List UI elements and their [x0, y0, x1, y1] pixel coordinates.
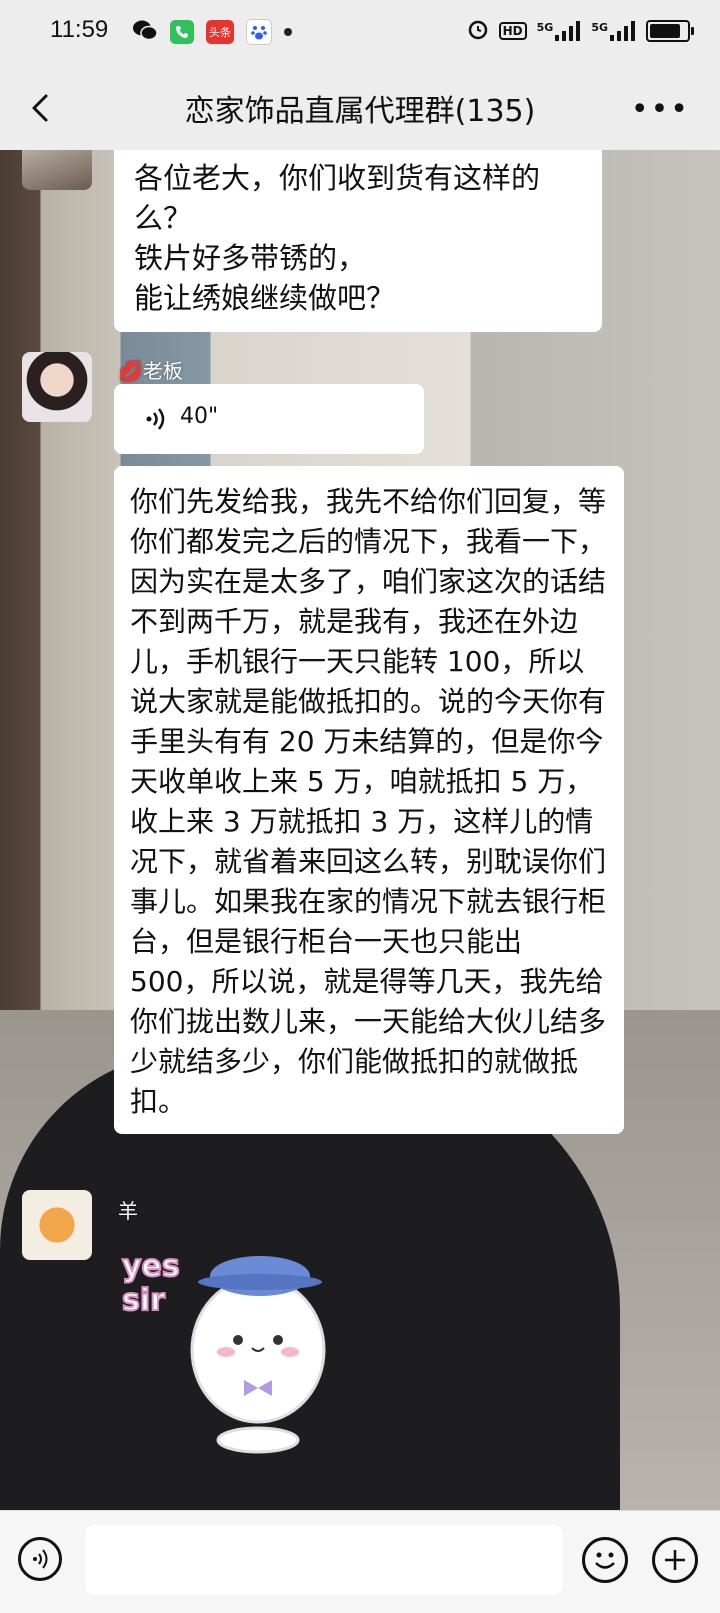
- toutiao-icon: 头条: [206, 20, 234, 44]
- more-options-icon[interactable]: •••: [631, 92, 690, 127]
- toutiao-label: 头条: [209, 26, 231, 39]
- status-notification-icons: 头条: [132, 18, 292, 46]
- status-system-icons: HD 5G 5G: [467, 18, 694, 43]
- avatar[interactable]: [22, 150, 92, 190]
- voice-duration: 40": [180, 404, 219, 429]
- signal-5g-icon: 5G: [536, 20, 582, 41]
- chat-title: 恋家饰品直属代理群(135): [184, 94, 536, 129]
- sender-name: 羊: [118, 1199, 138, 1223]
- signal-5g-icon-2: 5G: [591, 20, 636, 41]
- chat-area[interactable]: 各位老大，你们收到货有这样的么？ 铁片好多带锈的， 能让绣娘继续做吧？ 💋老板 …: [0, 150, 720, 1510]
- voice-input-icon[interactable]: [18, 1537, 62, 1581]
- status-bar: 11:59 头条 HD 5G 5G: [0, 0, 720, 64]
- battery-icon: [646, 19, 694, 42]
- message-input[interactable]: [86, 1525, 562, 1595]
- alarm-icon: [467, 18, 489, 43]
- voice-message[interactable]: 40": [114, 384, 424, 454]
- status-time: 11:59: [50, 16, 109, 43]
- network-type-2: 5G: [591, 20, 608, 34]
- avatar[interactable]: [22, 352, 92, 422]
- phone-icon: [170, 20, 194, 44]
- input-bar: [0, 1510, 720, 1613]
- sticker-text: yes sir: [121, 1249, 181, 1319]
- network-type-1: 5G: [536, 20, 554, 34]
- baidu-icon: [246, 19, 272, 45]
- sender-name: 💋老板: [118, 359, 183, 383]
- message-bubble[interactable]: 各位老大，你们收到货有这样的么？ 铁片好多带锈的， 能让绣娘继续做吧？: [114, 150, 602, 332]
- cat-sticker-icon: [190, 1256, 326, 1454]
- hd-icon: HD: [498, 21, 527, 40]
- avatar[interactable]: [22, 1190, 92, 1260]
- chat-header: 恋家饰品直属代理群(135) •••: [0, 64, 720, 150]
- plus-icon[interactable]: [652, 1537, 698, 1583]
- emoji-icon[interactable]: [582, 1537, 628, 1583]
- wechat-icon: [132, 18, 158, 46]
- sticker-message[interactable]: yes sir: [118, 1240, 338, 1460]
- more-notifications-dot: [284, 28, 292, 36]
- voice-wave-icon: [144, 406, 170, 436]
- message-bubble[interactable]: 你们先发给我，我先不给你们回复，等你们都发完之后的情况下，我看一下，因为实在是太…: [114, 466, 624, 1134]
